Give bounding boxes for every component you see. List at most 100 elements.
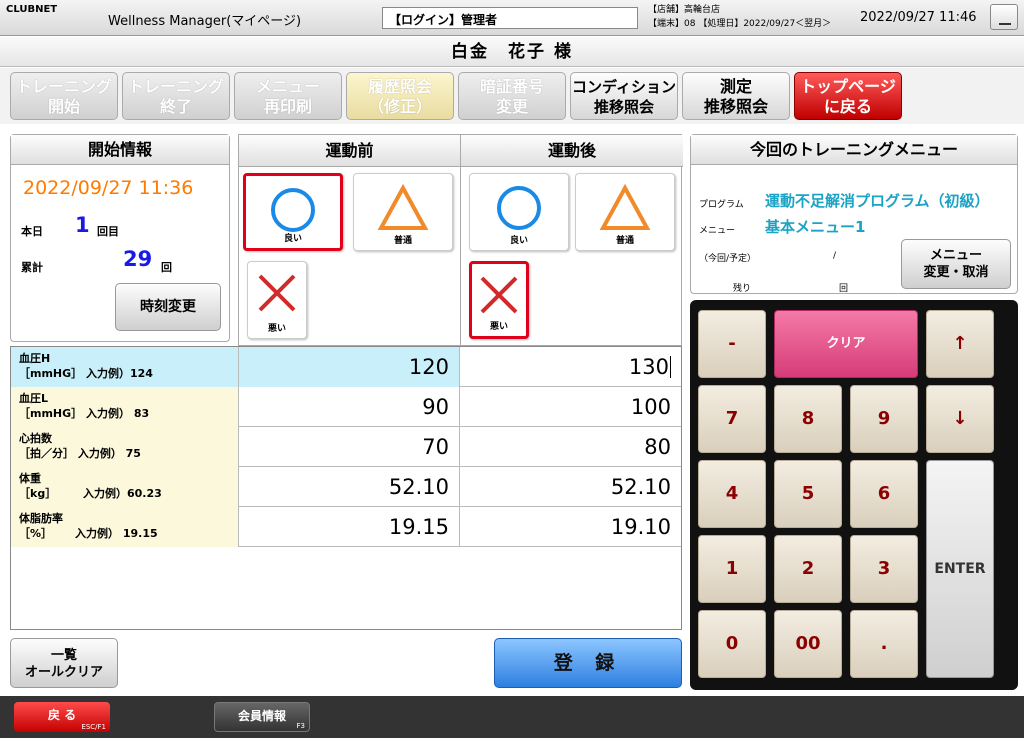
after-normal-caption: 普通 xyxy=(615,236,634,246)
before-normal-button[interactable]: 普通 xyxy=(353,173,453,251)
menu-label: メニュー xyxy=(699,226,736,236)
after-value-cell[interactable]: 19.10 xyxy=(460,507,681,547)
row-label: 血圧H ［mmHG］ 入力例）124 xyxy=(11,347,239,387)
function-key-bar: 戻 る ESC/F1 会員情報 F3 xyxy=(0,696,1024,738)
before-value-cell[interactable]: 52.10 xyxy=(239,467,460,507)
back-button[interactable]: 戻 る ESC/F1 xyxy=(14,702,110,732)
condition-after-title: 運動後 xyxy=(461,135,683,167)
before-value: 70 xyxy=(422,435,449,459)
key-minus[interactable]: - xyxy=(698,310,766,378)
training-menu-panel: 今回のトレーニングメニュー プログラム 運動不足解消プログラム（初級） メニュー… xyxy=(690,134,1018,294)
today-label: 本日 xyxy=(21,225,43,238)
key-6[interactable]: 6 xyxy=(850,460,918,528)
key-clear[interactable]: クリア xyxy=(774,310,918,378)
key-7[interactable]: 7 xyxy=(698,385,766,453)
clear-all-button[interactable]: 一覧 オールクリア xyxy=(10,638,118,688)
numeric-keypad: - クリア ↑ 7 8 9 ↓ 4 5 6 ENTER 1 2 3 0 00 . xyxy=(690,300,1018,690)
app-title: Wellness Manager(マイページ) xyxy=(108,14,302,29)
key-4[interactable]: 4 xyxy=(698,460,766,528)
after-value-cell[interactable]: 52.10 xyxy=(460,467,681,507)
after-value: 130 xyxy=(628,355,669,379)
training-menu-title: 今回のトレーニングメニュー xyxy=(691,135,1017,165)
nav-top-page-button[interactable]: トップページ に戻る xyxy=(794,72,902,120)
member-info-label: 会員情報 xyxy=(237,709,286,723)
after-normal-button[interactable]: 普通 xyxy=(575,173,675,251)
after-bad-button[interactable]: 悪い xyxy=(469,261,529,339)
title-bar: CLUBNET Wellness Manager(マイページ) 【ログイン】管理… xyxy=(0,0,1024,36)
before-bad-caption: 悪い xyxy=(267,324,286,334)
terminal-line: 【端末】08 【処理日】2022/09/27＜翌月＞ xyxy=(648,19,832,29)
after-value-cell[interactable]: 130 xyxy=(460,347,681,387)
nav-pin-change-button[interactable]: 暗証番号 変更 xyxy=(458,72,566,120)
nav-history-button[interactable]: 履歴照会 （修正） xyxy=(346,72,454,120)
change-time-button[interactable]: 時刻変更 xyxy=(115,283,221,331)
store-info: 【店舗】高輪台店 【端末】08 【処理日】2022/09/27＜翌月＞ xyxy=(648,3,831,31)
table-row: 心拍数 ［拍／分］ 入力例） 75 70 80 xyxy=(11,427,681,467)
minimize-icon xyxy=(999,23,1011,25)
table-row: 体脂肪率 ［%］ 入力例） 19.15 19.15 19.10 xyxy=(11,507,681,547)
before-normal-caption: 普通 xyxy=(393,236,412,246)
store-line: 【店舗】高輪台店 xyxy=(648,5,721,15)
minimize-button[interactable] xyxy=(990,4,1018,30)
key-9[interactable]: 9 xyxy=(850,385,918,453)
nav-measurement-history-button[interactable]: 測定 推移照会 xyxy=(682,72,790,120)
register-button[interactable]: 登 録 xyxy=(494,638,682,688)
before-good-button[interactable]: 良い xyxy=(243,173,343,251)
before-value-cell[interactable]: 19.15 xyxy=(239,507,460,547)
remain-unit: 回 xyxy=(839,284,849,294)
key-down[interactable]: ↓ xyxy=(926,385,994,453)
before-value: 52.10 xyxy=(388,475,449,499)
after-value: 52.10 xyxy=(610,475,671,499)
total-unit: 回 xyxy=(161,261,172,274)
nav-condition-history-button[interactable]: コンディション 推移照会 xyxy=(570,72,678,120)
total-count: 29 xyxy=(123,247,153,271)
total-label: 累計 xyxy=(21,261,43,274)
key-8[interactable]: 8 xyxy=(774,385,842,453)
condition-area: 運動前 良い 普通 悪い 運動後 良い 普通 悪い xyxy=(238,134,683,347)
nav-menu-reprint-button[interactable]: メニュー 再印刷 xyxy=(234,72,342,120)
row-label: 血圧L ［mmHG］ 入力例） 83 xyxy=(11,387,239,427)
condition-after: 運動後 良い 普通 悪い xyxy=(461,135,683,347)
nav-training-end-button[interactable]: トレーニング 終了 xyxy=(122,72,230,120)
member-info-key-hint: F3 xyxy=(296,722,305,730)
key-3[interactable]: 3 xyxy=(850,535,918,603)
circle-icon xyxy=(497,186,541,230)
row-label: 体脂肪率 ［%］ 入力例） 19.15 xyxy=(11,507,239,547)
table-row: 血圧L ［mmHG］ 入力例） 83 90 100 xyxy=(11,387,681,427)
nav-training-start-button[interactable]: トレーニング 開始 xyxy=(10,72,118,120)
member-info-button[interactable]: 会員情報 F3 xyxy=(214,702,310,732)
after-value: 100 xyxy=(630,395,671,419)
today-unit: 回目 xyxy=(97,225,119,238)
back-key-hint: ESC/F1 xyxy=(81,723,106,731)
before-value-cell[interactable]: 70 xyxy=(239,427,460,467)
login-status: 【ログイン】管理者 xyxy=(382,7,638,29)
key-enter[interactable]: ENTER xyxy=(926,460,994,678)
before-value-cell[interactable]: 120 xyxy=(239,347,460,387)
program-label: プログラム xyxy=(699,200,744,210)
before-bad-button[interactable]: 悪い xyxy=(247,261,307,339)
member-name: 白金 花子 様 xyxy=(0,37,1024,67)
after-value-cell[interactable]: 80 xyxy=(460,427,681,467)
after-value-cell[interactable]: 100 xyxy=(460,387,681,427)
circle-icon xyxy=(271,188,315,232)
key-00[interactable]: 00 xyxy=(774,610,842,678)
count-separator: / xyxy=(833,251,837,261)
triangle-icon xyxy=(599,183,651,230)
menu-change-button[interactable]: メニュー 変更・取消 xyxy=(901,239,1011,289)
before-good-caption: 良い xyxy=(283,234,302,244)
key-up[interactable]: ↑ xyxy=(926,310,994,378)
after-good-button[interactable]: 良い xyxy=(469,173,569,251)
key-2[interactable]: 2 xyxy=(774,535,842,603)
before-value-cell[interactable]: 90 xyxy=(239,387,460,427)
triangle-icon xyxy=(377,183,429,230)
table-row: 血圧H ［mmHG］ 入力例）124 120 130 xyxy=(11,347,681,387)
key-0[interactable]: 0 xyxy=(698,610,766,678)
program-value: 運動不足解消プログラム（初級） xyxy=(765,192,990,210)
key-5[interactable]: 5 xyxy=(774,460,842,528)
today-count: 1 xyxy=(75,213,90,237)
after-good-caption: 良い xyxy=(509,236,528,246)
nav-bar: トレーニング 開始 トレーニング 終了 メニュー 再印刷 履歴照会 （修正） 暗… xyxy=(0,68,1024,124)
key-dot[interactable]: . xyxy=(850,610,918,678)
after-value: 80 xyxy=(644,435,671,459)
key-1[interactable]: 1 xyxy=(698,535,766,603)
